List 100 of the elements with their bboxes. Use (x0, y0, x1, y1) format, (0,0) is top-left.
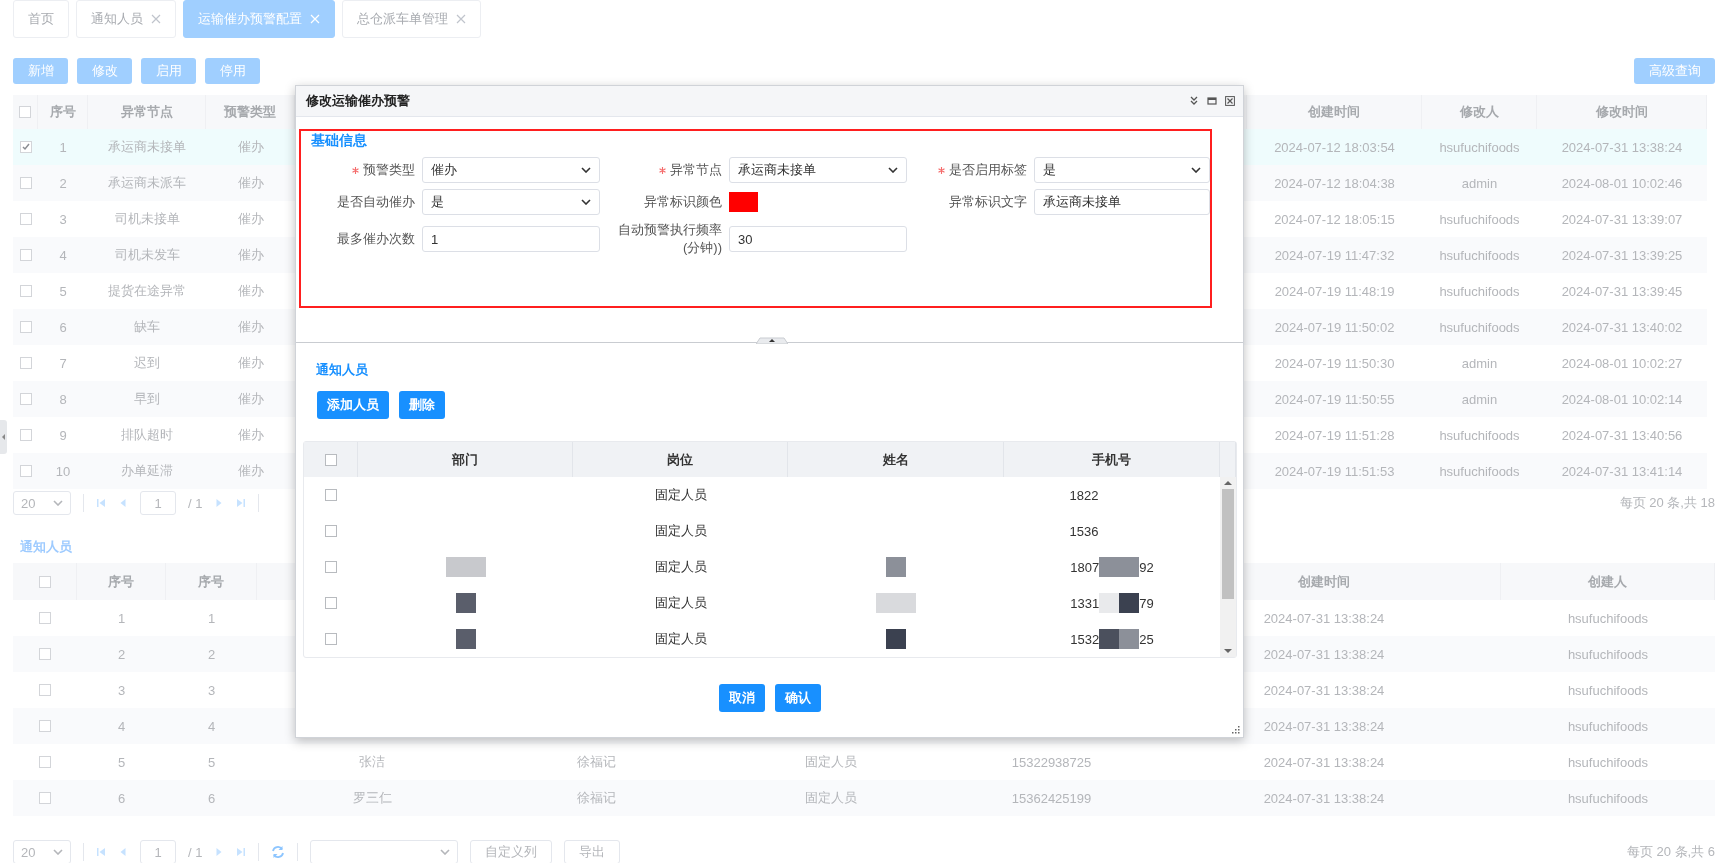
table-cell: 催办 (206, 129, 295, 165)
tab[interactable]: 首页 (13, 0, 69, 38)
select-field[interactable]: 是 (1034, 157, 1210, 183)
checkbox[interactable] (19, 106, 31, 118)
field-label: 异常节点 (670, 161, 722, 179)
section-title: 通知人员 (316, 361, 369, 379)
phone-digits: 1822 (1069, 487, 1099, 503)
checkbox[interactable] (19, 321, 32, 333)
table-cell-text: 2024-07-31 13:38:24 (1262, 753, 1386, 772)
last-page-icon[interactable] (236, 847, 247, 857)
checkbox[interactable] (19, 393, 32, 405)
table-cell-text: 固定人员 (653, 630, 708, 648)
checkbox[interactable] (38, 575, 51, 588)
input-field[interactable]: 30 (729, 226, 907, 252)
input-field[interactable]: 1 (422, 226, 600, 252)
column-header: 手机号 (1004, 442, 1220, 477)
checkbox[interactable] (39, 612, 51, 624)
toolbar-button[interactable]: 修改 (77, 58, 132, 84)
page-size-select[interactable]: 20 (13, 840, 71, 863)
checkbox[interactable] (39, 792, 51, 804)
previous-page-icon[interactable] (118, 847, 128, 857)
toolbar-button[interactable]: 自定义列 (470, 840, 553, 863)
column-header: 岗位 (573, 442, 788, 477)
table-cell-text: 2024-07-31 13:40:56 (1560, 426, 1684, 445)
checkbox[interactable] (19, 465, 32, 477)
table-cell: 催办 (206, 237, 295, 273)
page-size-select[interactable]: 20 (13, 491, 71, 515)
color-swatch[interactable] (729, 192, 758, 212)
table-cell-text: 2024-07-31 13:38:24 (1262, 681, 1386, 700)
scrollbar-thumb[interactable] (1222, 489, 1234, 599)
toolbar-button[interactable]: 停用 (205, 58, 260, 84)
checkbox[interactable] (325, 597, 337, 609)
toolbar-button[interactable]: 导出 (564, 840, 621, 863)
scroll-down-icon[interactable] (1224, 649, 1232, 654)
collapse-handle-icon[interactable] (0, 420, 7, 454)
first-page-icon[interactable] (96, 498, 106, 508)
advanced-search-button[interactable]: 高级查询 (1634, 58, 1715, 84)
first-page-icon[interactable] (96, 847, 106, 857)
tab[interactable]: 总仓派车单管理 (342, 0, 481, 38)
splitter-handle-icon[interactable] (756, 337, 788, 344)
maximize-icon[interactable] (1207, 96, 1217, 106)
checkbox[interactable] (324, 453, 337, 466)
checkbox[interactable] (19, 177, 32, 189)
collapse-icon[interactable] (1189, 96, 1199, 106)
table-cell-text: 催办 (236, 282, 265, 300)
field-label: 预警类型 (363, 161, 415, 179)
checkbox[interactable] (325, 633, 337, 645)
phone-digits: 1536 (1069, 523, 1099, 539)
checkbox[interactable] (19, 213, 32, 225)
table-cell-text: 徐福记 (576, 753, 617, 771)
last-page-icon[interactable] (236, 498, 247, 508)
page-input[interactable]: 1 (140, 840, 176, 863)
checkbox[interactable] (39, 648, 51, 660)
input-field[interactable]: 承运商未接单 (1034, 189, 1210, 215)
tab[interactable]: 运输催办预警配置 (183, 0, 335, 38)
checkbox[interactable] (19, 249, 32, 261)
select-field[interactable]: 承运商未接单 (729, 157, 907, 183)
table-cell: hsufuchifoods (1422, 453, 1537, 489)
dialog-button[interactable]: 确认 (774, 684, 821, 712)
checkbox[interactable] (325, 561, 337, 573)
table-cell: 催办 (206, 309, 295, 345)
checkbox[interactable] (39, 684, 51, 696)
table-cell-text: 司机未接单 (113, 210, 181, 228)
select-field[interactable] (310, 840, 459, 863)
checkbox[interactable] (19, 357, 32, 369)
dialog-button[interactable]: 取消 (718, 684, 765, 712)
table-cell-text: 2024-08-01 10:02:27 (1560, 354, 1684, 373)
section-title: 基础信息 (310, 131, 368, 149)
scrollbar[interactable] (1220, 477, 1236, 657)
table-cell: 固定人员 (706, 780, 956, 816)
select-field[interactable]: 是 (422, 189, 600, 215)
checkbox[interactable] (39, 756, 51, 768)
table-cell: admin (1422, 381, 1537, 417)
toolbar-button[interactable]: 启用 (141, 58, 196, 84)
table-cell-text: 1 (116, 609, 127, 628)
checkbox[interactable] (39, 720, 51, 732)
table-cell: 2024-07-31 13:41:14 (1537, 453, 1707, 489)
table-cell: 徐福记 (487, 780, 706, 816)
close-icon[interactable] (1225, 96, 1235, 106)
checkbox[interactable] (325, 489, 337, 501)
table-cell: hsufuchifoods (1501, 636, 1715, 672)
scroll-up-icon[interactable] (1224, 480, 1232, 485)
field-label: 是否自动催办 (337, 193, 415, 211)
previous-page-icon[interactable] (118, 498, 128, 508)
select-field[interactable]: 催办 (422, 157, 600, 183)
toolbar-button[interactable]: 新增 (13, 58, 68, 84)
table-cell-text: 张洁 (358, 753, 386, 771)
checkbox[interactable] (325, 525, 337, 537)
tab[interactable]: 通知人员 (76, 0, 176, 38)
action-button[interactable]: 添加人员 (317, 391, 389, 419)
checkbox[interactable] (19, 285, 32, 297)
table-cell: 2024-07-31 13:38:24 (1537, 129, 1707, 165)
action-button[interactable]: 删除 (399, 391, 445, 419)
checkbox[interactable] (19, 429, 32, 441)
resize-grip-icon[interactable] (1232, 726, 1240, 734)
page-input[interactable]: 1 (140, 491, 176, 515)
table-cell-text: 3 (58, 210, 68, 229)
table-cell: 2024-07-31 13:40:02 (1537, 309, 1707, 345)
checkbox[interactable] (19, 141, 32, 153)
refresh-icon[interactable] (271, 845, 286, 859)
